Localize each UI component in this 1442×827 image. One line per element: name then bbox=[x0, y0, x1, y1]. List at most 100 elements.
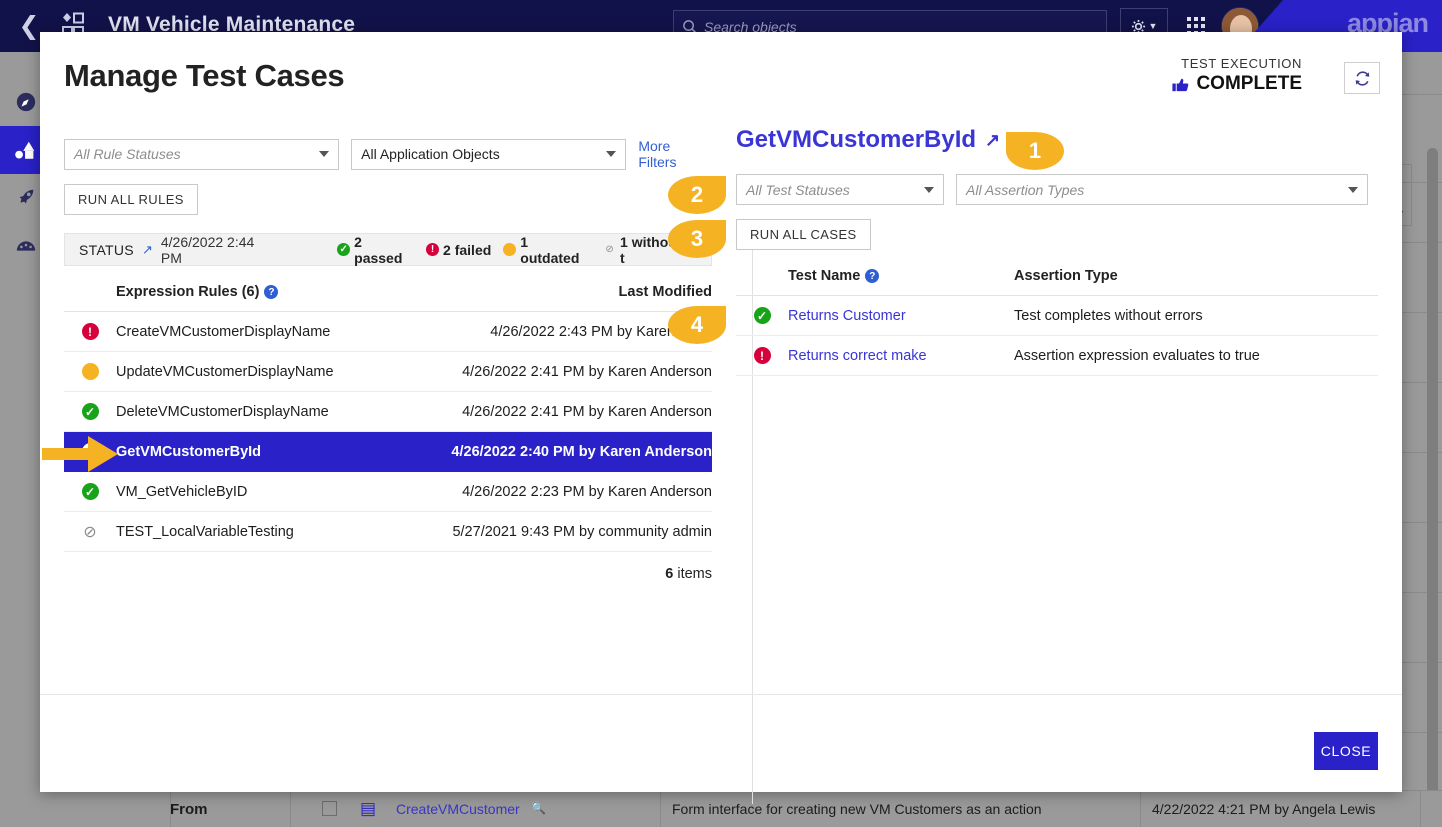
pass-icon: ✓ bbox=[337, 243, 351, 256]
rule-status-value: All Rule Statuses bbox=[74, 146, 181, 162]
last-modified-column-header: Last Modified bbox=[387, 284, 712, 312]
test-name-cell: Returns Customer bbox=[788, 295, 1014, 336]
chevron-down-icon bbox=[319, 151, 330, 157]
status-label: STATUS bbox=[79, 241, 134, 258]
callout-4: 4 bbox=[668, 306, 726, 344]
status-summary-bar: STATUS ↗ 4/26/2022 2:44 PM ✓ 2 passed ! … bbox=[64, 233, 712, 266]
refresh-button[interactable] bbox=[1344, 62, 1380, 94]
interface-icon: ▤ bbox=[360, 799, 377, 818]
fail-icon: ! bbox=[753, 347, 771, 364]
table-row[interactable]: ⊘ TEST_LocalVariableTesting 5/27/2021 9:43… bbox=[64, 511, 712, 552]
test-cases-pane: GetVMCustomerById ↗ All Test Statuses Al… bbox=[712, 118, 1378, 750]
row-modified-cell: 5/27/2021 9:43 PM by community admin bbox=[387, 511, 712, 552]
close-button[interactable]: CLOSE bbox=[1314, 732, 1378, 770]
preview-icon[interactable]: 🔍 bbox=[531, 801, 546, 815]
chevron-down-icon bbox=[606, 151, 617, 157]
test-execution-status: TEST EXECUTION COMPLETE bbox=[1171, 56, 1302, 95]
row-name-cell: UpdateVMCustomerDisplayName bbox=[116, 351, 388, 392]
table-row[interactable]: UpdateVMCustomerDisplayName 4/26/2022 2:4… bbox=[64, 351, 712, 392]
status-column-header bbox=[64, 284, 116, 312]
object-name-link[interactable]: CreateVMCustomer bbox=[396, 801, 520, 817]
test-status-cell: ✓ bbox=[736, 295, 788, 336]
rule-status-filter[interactable]: All Rule Statuses bbox=[64, 138, 340, 170]
row-modified-cell: 4/26/2022 2:41 PM by Karen Anderson bbox=[387, 351, 712, 392]
assertion-type-filter[interactable]: All Assertion Types bbox=[956, 174, 1368, 205]
rules-pane: All Rule Statuses All Application Object… bbox=[64, 118, 712, 750]
table-row[interactable]: ✓ Returns Customer Test completes without … bbox=[736, 295, 1378, 336]
test-name-link[interactable]: Returns correct make bbox=[788, 348, 927, 364]
row-name-cell: GetVMCustomerById bbox=[116, 431, 388, 472]
test-status-cell: ! bbox=[736, 335, 788, 376]
more-filters-link[interactable]: More Filters bbox=[638, 138, 712, 170]
refresh-icon bbox=[1355, 70, 1369, 86]
object-description: Form interface for creating new VM Custo… bbox=[672, 801, 1042, 817]
row-modified-cell: 4/26/2022 2:40 PM by Karen Anderson bbox=[387, 431, 712, 472]
row-status-cell: ⊘ bbox=[64, 511, 116, 552]
callout-3: 3 bbox=[668, 220, 726, 258]
status-chip-failed: ! 2 failed bbox=[426, 242, 491, 258]
row-status-cell bbox=[64, 351, 116, 392]
table-row[interactable]: !GetVMCustomerById4/26/2022 2:40 PM by K… bbox=[64, 431, 712, 472]
status-chip-outdated: 1 outdated bbox=[503, 234, 591, 266]
background-scrollbar[interactable] bbox=[1427, 148, 1438, 827]
pass-icon: ✓ bbox=[81, 403, 99, 420]
assertion-cell: Test completes without errors bbox=[1014, 295, 1378, 336]
compass-icon bbox=[16, 92, 36, 112]
manage-test-cases-dialog: Manage Test Cases TEST EXECUTION COMPLET… bbox=[40, 32, 1402, 804]
items-count-footer: 6 items bbox=[665, 566, 712, 582]
table-row[interactable]: ✓ VM_GetVehicleByID 4/26/2022 2:23 PM by K… bbox=[64, 471, 712, 512]
none-icon: ⊘ bbox=[83, 523, 97, 541]
pass-icon: ✓ bbox=[81, 483, 99, 500]
pointer-arrow-icon bbox=[42, 436, 118, 472]
external-link-icon[interactable]: ↗ bbox=[142, 242, 153, 258]
row-name-cell: VM_GetVehicleByID bbox=[116, 471, 388, 512]
rocket-icon bbox=[19, 189, 34, 204]
external-link-icon[interactable]: ↗ bbox=[985, 130, 1000, 151]
test-execution-value: COMPLETE bbox=[1196, 73, 1302, 94]
page-title: Manage Test Cases bbox=[64, 58, 345, 93]
dialog-header: Manage Test Cases TEST EXECUTION COMPLET… bbox=[40, 32, 1402, 118]
chevron-down-icon bbox=[1348, 186, 1358, 193]
rules-filter-row: All Rule Statuses All Application Object… bbox=[64, 138, 712, 170]
chevron-down-icon bbox=[924, 186, 934, 193]
status-chips: ✓ 2 passed ! 2 failed 1 outdated ⊘ 1 wit… bbox=[337, 234, 697, 266]
object-title-text: GetVMCustomerById bbox=[736, 126, 977, 153]
test-status-filter[interactable]: All Test Statuses bbox=[736, 174, 944, 205]
assertion-type-value: All Assertion Types bbox=[966, 181, 1085, 198]
assertion-type-column-header: Assertion Type bbox=[1014, 268, 1378, 296]
table-row[interactable]: ! Returns correct make Assertion expressio… bbox=[736, 335, 1378, 376]
test-status-column-header bbox=[736, 268, 788, 296]
row-status-cell: ✓ bbox=[64, 471, 116, 512]
from-label: From bbox=[170, 800, 208, 818]
row-status-cell: ✓ bbox=[64, 391, 116, 432]
test-status-value: All Test Statuses bbox=[746, 181, 850, 198]
test-filter-row: All Test Statuses All Assertion Types bbox=[736, 174, 1378, 205]
status-chip-passed: ✓ 2 passed bbox=[337, 234, 414, 266]
row-modified-cell: 4/26/2022 2:41 PM by Karen Anderson bbox=[387, 391, 712, 432]
none-icon: ⊘ bbox=[605, 244, 614, 255]
table-row[interactable]: ! CreateVMCustomerDisplayName 4/26/2022 2:… bbox=[64, 311, 712, 352]
help-icon[interactable]: ? bbox=[264, 285, 279, 300]
thumbs-up-icon bbox=[1172, 78, 1189, 91]
test-name-link[interactable]: Returns Customer bbox=[788, 308, 906, 324]
row-name-cell: TEST_LocalVariableTesting bbox=[116, 511, 388, 552]
row-modified-cell: 4/26/2022 2:43 PM by Karen Ande bbox=[387, 311, 712, 352]
run-all-rules-button[interactable]: RUN ALL RULES bbox=[64, 184, 198, 215]
fail-icon: ! bbox=[426, 243, 440, 256]
test-cases-table: Test Name? Assertion Type ✓ Returns Custo… bbox=[736, 268, 1378, 376]
table-row[interactable]: ✓ DeleteVMCustomerDisplayName 4/26/2022 2:… bbox=[64, 391, 712, 432]
row-status-cell: ! bbox=[64, 311, 116, 352]
test-execution-label: TEST EXECUTION bbox=[1181, 56, 1302, 71]
application-object-value: All Application Objects bbox=[361, 146, 500, 162]
row-checkbox[interactable] bbox=[322, 801, 337, 816]
outdated-icon bbox=[503, 243, 517, 256]
table-header-row: Expression Rules (6)? Last Modified bbox=[64, 284, 712, 312]
row-modified-cell: 4/26/2022 2:23 PM by Karen Anderson bbox=[387, 471, 712, 512]
run-all-cases-button[interactable]: RUN ALL CASES bbox=[736, 219, 871, 250]
shapes-icon bbox=[15, 141, 35, 159]
dialog-footer: CLOSE bbox=[40, 694, 1402, 792]
test-name-cell: Returns correct make bbox=[788, 335, 1014, 376]
expression-rules-table: Expression Rules (6)? Last Modified ! Cre… bbox=[64, 284, 712, 552]
help-icon[interactable]: ? bbox=[865, 269, 880, 284]
application-object-filter[interactable]: All Application Objects bbox=[351, 138, 627, 170]
